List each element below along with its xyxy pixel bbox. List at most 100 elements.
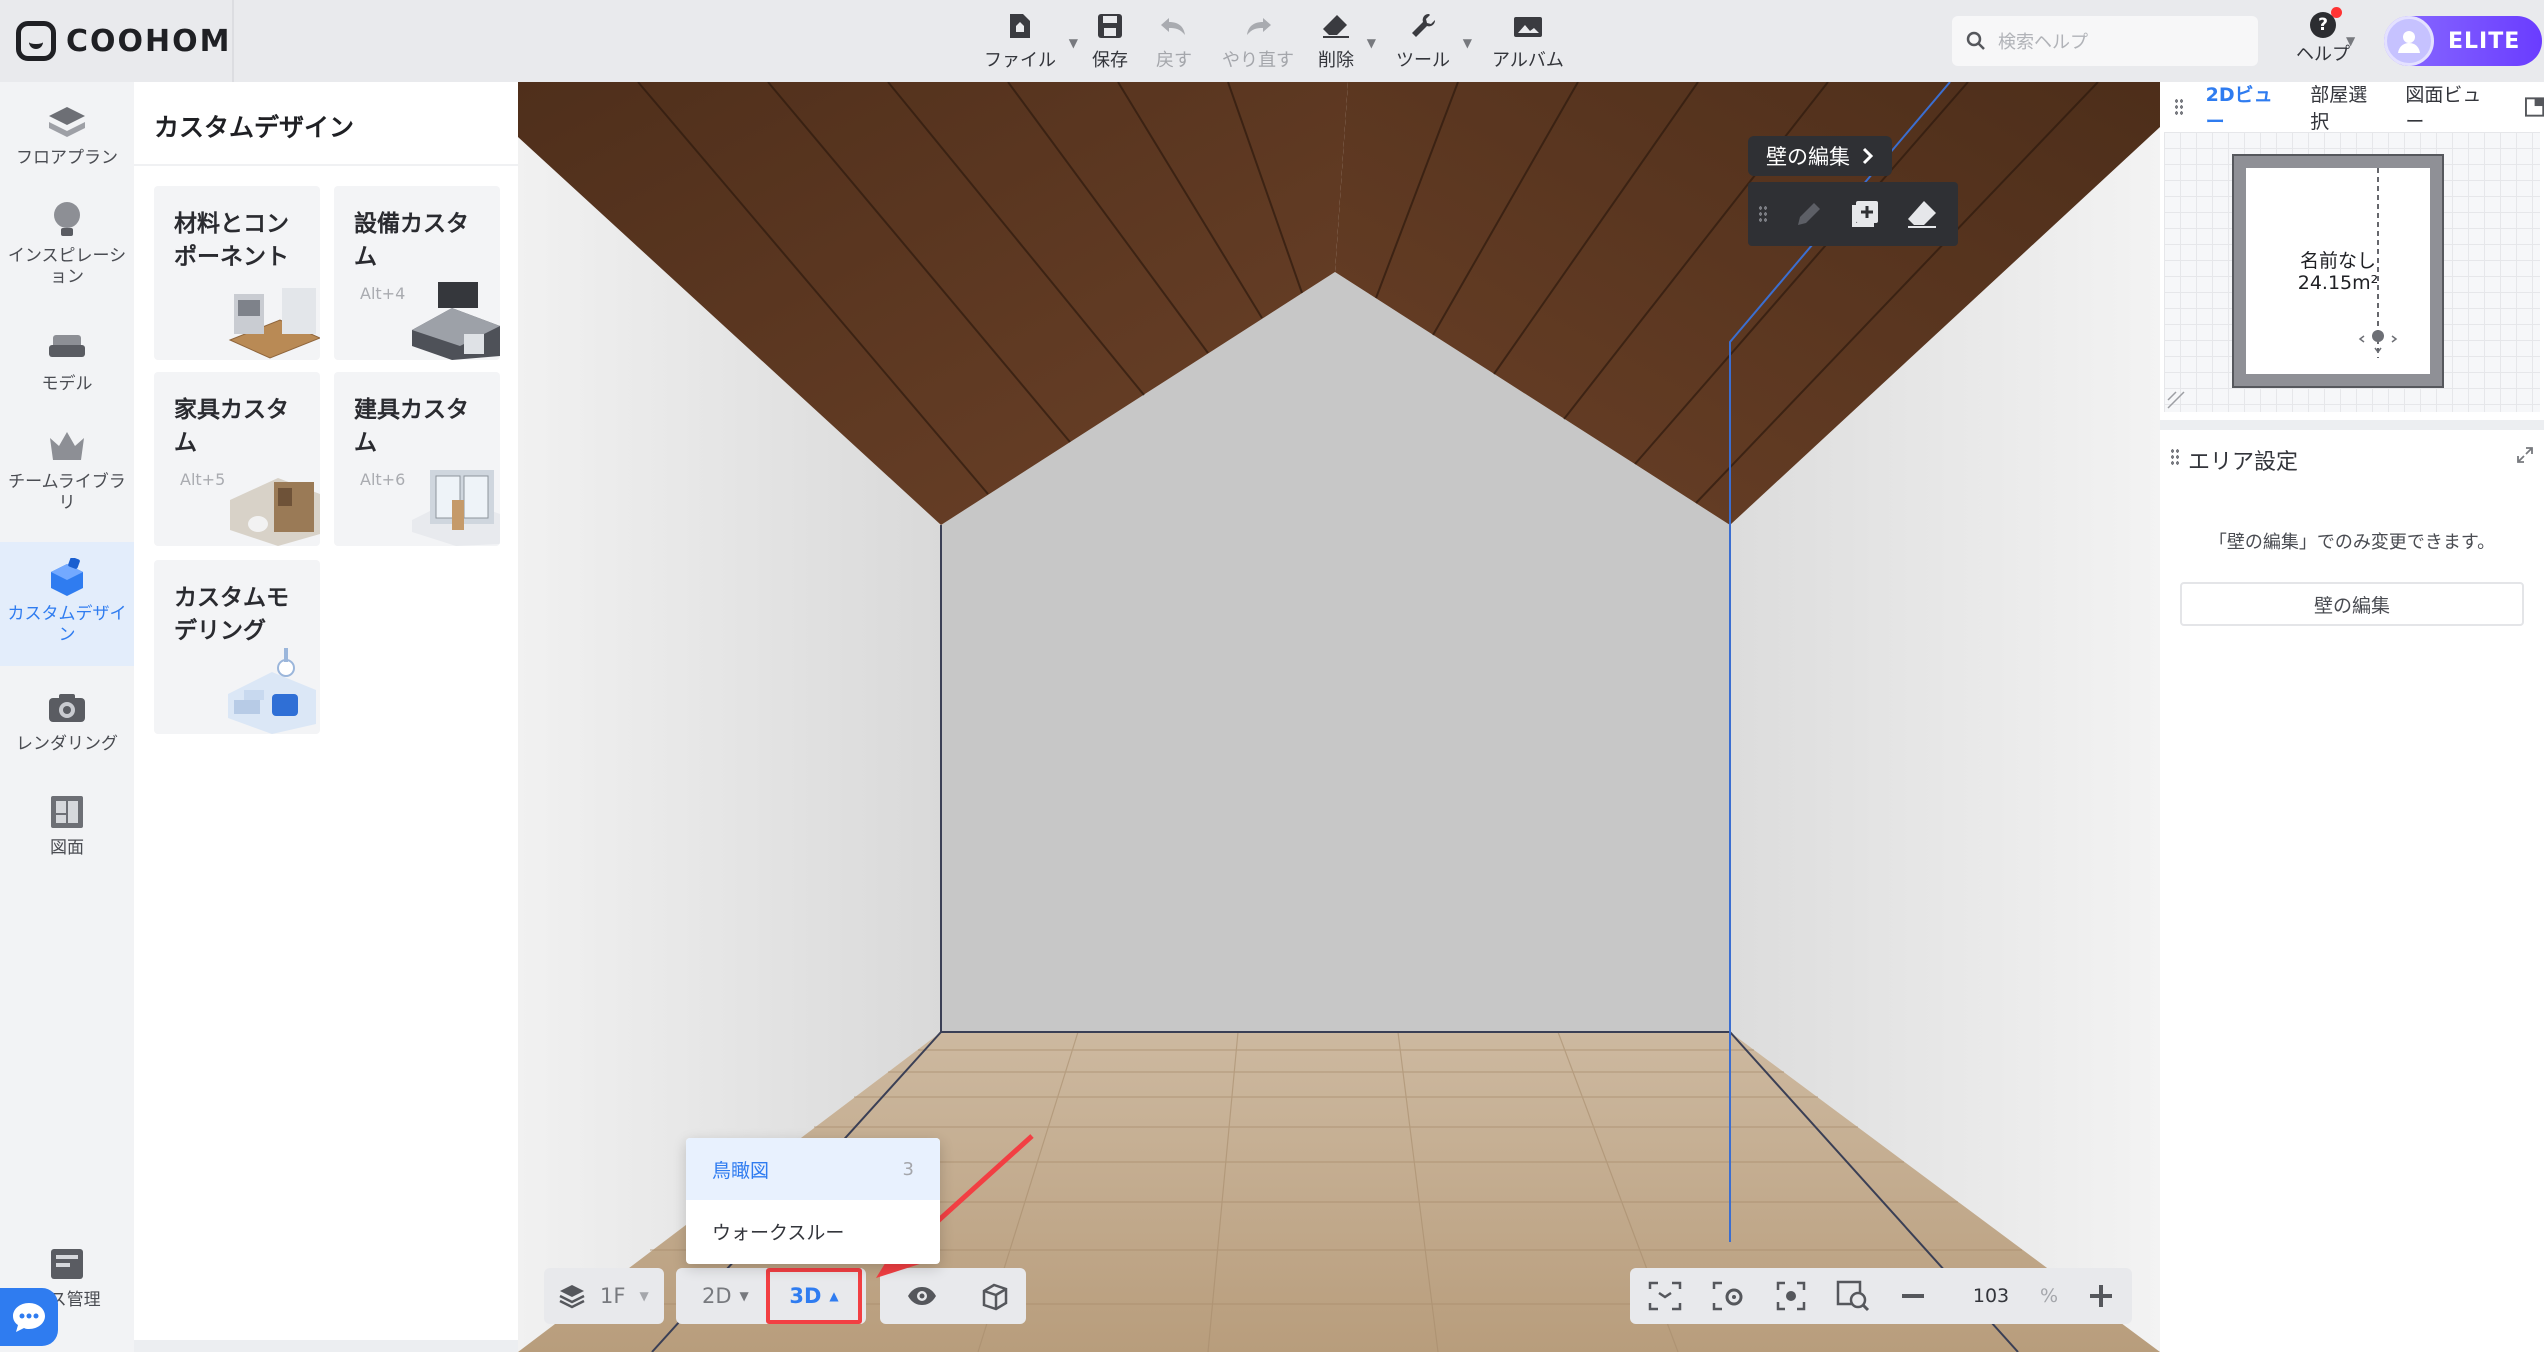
room-outline[interactable]: 名前なし 24.15m² <box>2232 154 2444 388</box>
popout-icon[interactable] <box>2524 97 2544 117</box>
help-caret-icon[interactable]: ▼ <box>2346 34 2355 48</box>
eraser-icon <box>1318 10 1354 42</box>
tab-drawing-view[interactable]: 図面ビュー <box>2405 80 2496 134</box>
divider <box>232 0 234 82</box>
2d-minimap[interactable]: 名前なし 24.15m² <box>2164 132 2540 412</box>
fixtures-thumbnail-icon <box>412 470 500 546</box>
crown-icon <box>47 426 87 466</box>
floor-plan-icon <box>47 102 87 142</box>
area-settings-message: 「壁の編集」でのみ変更できます。 <box>2208 532 2496 553</box>
resize-corner-icon[interactable] <box>2166 390 2186 410</box>
rail-item-inspiration[interactable]: インスピレーション <box>0 200 134 300</box>
delete-button[interactable]: 削除 ▼ <box>1318 10 1376 74</box>
drag-handle-icon[interactable] <box>2174 98 2184 116</box>
divider <box>134 164 518 166</box>
modeling-thumbnail-icon <box>228 648 316 734</box>
album-button[interactable]: アルバム <box>1492 10 1564 74</box>
tools-menu-button[interactable]: ツール ▼ <box>1396 10 1472 74</box>
view-settings-icon[interactable] <box>1712 1281 1746 1311</box>
camera-icon <box>47 688 87 728</box>
card-furniture-custom[interactable]: 家具カスタム Alt+5 <box>154 372 320 546</box>
zoom-in-icon[interactable] <box>2088 1283 2114 1309</box>
wrench-icon <box>1405 10 1441 42</box>
add-layer-icon[interactable] <box>1850 199 1880 229</box>
save-button[interactable]: 保存 <box>1092 10 1128 74</box>
drag-handle-icon[interactable] <box>2170 448 2180 466</box>
eye-icon[interactable] <box>906 1285 938 1307</box>
drag-handle-icon[interactable] <box>1758 205 1768 223</box>
help-button[interactable]: ? ヘルプ <box>2296 7 2350 66</box>
resource-management-icon <box>47 1244 87 1284</box>
custom-design-panel: カスタムデザイン 材料とコンポーネント 設備カスタム Alt+4 家具カスタム … <box>134 82 518 1340</box>
account-elite-badge[interactable]: ELITE <box>2384 16 2542 66</box>
materials-thumbnail-icon <box>228 288 320 359</box>
redo-button[interactable]: やり直す <box>1222 10 1294 74</box>
furniture-thumbnail-icon <box>230 478 320 546</box>
3d-mode-menu: 鳥瞰図 3 ウォークスルー <box>686 1138 940 1264</box>
card-materials-components[interactable]: 材料とコンポーネント <box>154 186 320 360</box>
2d-view-panel: 2Dビュー 部屋選択 図面ビュー 名前なし 24.15m² <box>2160 82 2544 420</box>
view-3d-button[interactable]: 3D ▲ <box>766 1268 862 1324</box>
sofa-icon <box>47 328 87 368</box>
menu-item-birds-eye[interactable]: 鳥瞰図 3 <box>686 1138 940 1200</box>
expand-icon[interactable] <box>2516 446 2534 464</box>
fit-view-icon[interactable] <box>1648 1281 1682 1311</box>
view-3d-caret-up-icon: ▲ <box>829 1289 839 1303</box>
redo-icon <box>1240 10 1276 42</box>
undo-icon <box>1156 10 1192 42</box>
coohom-logo[interactable]: COOHOM <box>16 18 232 64</box>
rail-item-drawing[interactable]: 図面 <box>0 792 134 882</box>
kitchen-thumbnail-icon <box>412 282 500 360</box>
card-equipment-custom[interactable]: 設備カスタム Alt+4 <box>334 186 500 360</box>
left-rail: フロアプラン インスピレーション モデル チームライブラリ カスタムデザイン レ… <box>0 82 134 1352</box>
chevron-right-icon <box>1862 147 1874 165</box>
layers-icon <box>559 1285 585 1309</box>
view-2d-caret-icon[interactable]: ▼ <box>740 1289 749 1303</box>
rail-item-model[interactable]: モデル <box>0 328 134 402</box>
rail-item-custom-design[interactable]: カスタムデザイン <box>0 542 134 666</box>
menu-item-walkthrough[interactable]: ウォークスルー <box>686 1200 940 1262</box>
file-menu-button[interactable]: ファイル ▼ <box>984 10 1078 74</box>
wall-edit-tooltip[interactable]: 壁の編集 <box>1748 136 1892 176</box>
search-icon <box>1966 31 1985 50</box>
area-settings-panel: エリア設定 「壁の編集」でのみ変更できます。 壁の編集 <box>2160 430 2544 1352</box>
area-settings-title: エリア設定 <box>2188 450 2299 475</box>
coohom-logo-icon <box>16 21 56 61</box>
zoom-level-input[interactable]: 103 <box>1956 1285 2026 1307</box>
top-toolbar: COOHOM ファイル ▼ 保存 戻す やり直す 削除 ▼ ツール ▼ アルバム… <box>0 0 2544 82</box>
search-help-input[interactable]: 検索ヘルプ <box>1952 16 2258 66</box>
floor-selector[interactable]: 1F ▼ <box>544 1268 664 1324</box>
chat-support-button[interactable] <box>0 1288 58 1346</box>
room-label: 名前なし 24.15m² <box>2297 250 2379 294</box>
focus-icon[interactable] <box>1776 1281 1806 1311</box>
tools-caret-icon[interactable]: ▼ <box>1463 36 1472 50</box>
rail-item-floor-plan[interactable]: フロアプラン <box>0 102 134 192</box>
custom-design-icon <box>47 558 87 598</box>
eraser-icon[interactable] <box>1906 199 1938 229</box>
file-caret-icon[interactable]: ▼ <box>1069 36 1078 50</box>
card-fixtures-custom[interactable]: 建具カスタム Alt+6 <box>334 372 500 546</box>
card-custom-modeling[interactable]: カスタムモデリング <box>154 560 320 734</box>
view-2d-button[interactable]: 2D <box>702 1284 732 1308</box>
tab-2d-view[interactable]: 2Dビュー <box>2206 80 2289 134</box>
chat-icon <box>13 1303 45 1332</box>
delete-caret-icon[interactable]: ▼ <box>1367 36 1376 50</box>
wall-edit-button[interactable]: 壁の編集 <box>2180 582 2524 626</box>
floor-caret-icon: ▼ <box>639 1289 649 1303</box>
rail-item-rendering[interactable]: レンダリング <box>0 688 134 778</box>
search-placeholder: 検索ヘルプ <box>1998 32 2088 53</box>
zoom-region-icon[interactable] <box>1836 1280 1870 1312</box>
zoom-tools: 103 % <box>1630 1268 2132 1324</box>
tab-room-select[interactable]: 部屋選択 <box>2310 80 2383 134</box>
rail-item-team-library[interactable]: チームライブラリ <box>0 426 134 526</box>
help-icon: ? <box>2310 7 2342 38</box>
panel-title: カスタムデザイン <box>154 113 355 142</box>
file-icon <box>1002 10 1038 42</box>
avatar <box>2384 16 2434 66</box>
undo-button[interactable]: 戻す <box>1156 10 1192 74</box>
save-icon <box>1092 10 1128 42</box>
zoom-out-icon[interactable] <box>1900 1283 1926 1309</box>
album-icon <box>1510 10 1546 42</box>
pencil-icon[interactable] <box>1794 199 1824 229</box>
lightbulb-icon <box>47 200 87 240</box>
